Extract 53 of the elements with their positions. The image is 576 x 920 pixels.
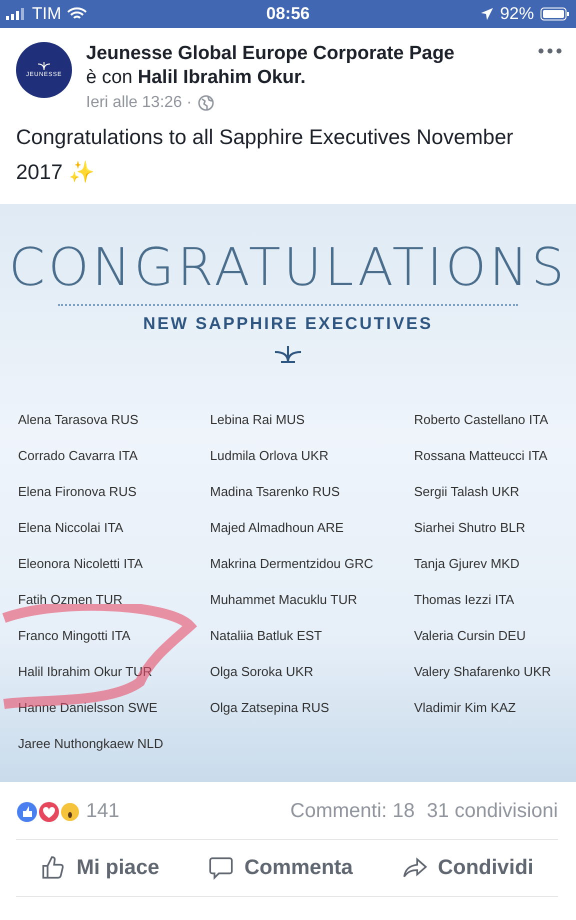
location-arrow-icon bbox=[480, 7, 494, 21]
executive-name: Valery Shafarenko UKR bbox=[414, 664, 552, 681]
executive-name: Madina Tsarenko RUS bbox=[210, 484, 341, 501]
executive-name: Elena Niccolai ITA bbox=[18, 520, 124, 537]
share-button[interactable]: Condividi bbox=[398, 851, 538, 885]
thumbs-up-icon bbox=[40, 855, 66, 881]
executive-name: Halil Ibrahim Okur TUR bbox=[18, 664, 154, 681]
executive-name: Sergii Talash UKR bbox=[414, 484, 520, 501]
battery-icon bbox=[540, 7, 570, 21]
graphic-title: CONGRATULATIONS bbox=[8, 238, 568, 298]
executive-name: Jaree Nuthongkaew NLD bbox=[18, 736, 164, 753]
executive-name: Franco Mingotti ITA bbox=[18, 628, 132, 645]
executive-name: Ludmila Orlova UKR bbox=[210, 448, 330, 465]
post-timestamp[interactable]: Ieri alle 13:26 · bbox=[86, 94, 192, 112]
signal-icon bbox=[6, 8, 26, 20]
reaction-count[interactable]: 141 bbox=[86, 800, 120, 823]
post-text: Congratulations to all Sapphire Executives November 2017 ✨ bbox=[15, 125, 514, 186]
clock-time: 08:56 bbox=[266, 4, 310, 24]
executive-name: Majed Almadhoun ARE bbox=[210, 520, 345, 537]
executive-name: Fatih Ozmen TUR bbox=[18, 592, 124, 609]
executive-name: Lebina Rai MUS bbox=[210, 412, 306, 429]
executive-name: Elena Fironova RUS bbox=[18, 484, 138, 501]
executive-name: Olga Zatsepina RUS bbox=[210, 700, 330, 717]
executive-name: Alena Tarasova RUS bbox=[18, 412, 140, 429]
logo-icon bbox=[36, 62, 52, 70]
executive-name: Hanne Danielsson SWE bbox=[18, 700, 158, 717]
graphic-subtitle: NEW SAPPHIRE EXECUTIVES bbox=[143, 314, 433, 334]
comment-count[interactable]: Commenti: 18 bbox=[290, 800, 415, 823]
share-count[interactable]: 31 condivisioni bbox=[426, 800, 558, 823]
executive-name: Nataliia Batluk EST bbox=[210, 628, 323, 645]
wifi-icon bbox=[67, 7, 88, 21]
executive-name: Makrina Dermentzidou GRC bbox=[210, 556, 374, 573]
comment-button[interactable]: Commenta bbox=[204, 851, 357, 885]
executive-name: Corrado Cavarra ITA bbox=[18, 448, 139, 465]
like-button[interactable]: Mi piace bbox=[36, 851, 164, 885]
executive-name: Muhammet Macuklu TUR bbox=[210, 592, 358, 609]
executive-name: Tanja Gjurev MKD bbox=[414, 556, 520, 573]
executive-name: Roberto Castellano ITA bbox=[414, 412, 550, 429]
executive-name: Thomas Iezzi ITA bbox=[414, 592, 516, 609]
reactions-icon bbox=[16, 800, 80, 822]
speech-bubble-icon bbox=[208, 855, 234, 881]
carrier-name: TIM bbox=[32, 4, 62, 24]
more-options-icon[interactable] bbox=[538, 48, 562, 54]
executive-name: Vladimir Kim KAZ bbox=[414, 700, 517, 717]
executive-name: Olga Soroka UKR bbox=[210, 664, 314, 681]
fleur-icon bbox=[273, 346, 303, 364]
executive-name: Siarhei Shutro BLR bbox=[414, 520, 526, 537]
executive-name: Eleonora Nicoletti ITA bbox=[18, 556, 144, 573]
globe-icon bbox=[198, 95, 214, 111]
post-author: Jeunesse Global Europe Corporate Page è con Halil Ibrahim Okur. bbox=[86, 42, 456, 90]
executive-name: Valeria Cursin DEU bbox=[414, 628, 527, 645]
executive-name: Rossana Matteucci ITA bbox=[414, 448, 548, 465]
battery-percent: 92% bbox=[500, 4, 534, 24]
